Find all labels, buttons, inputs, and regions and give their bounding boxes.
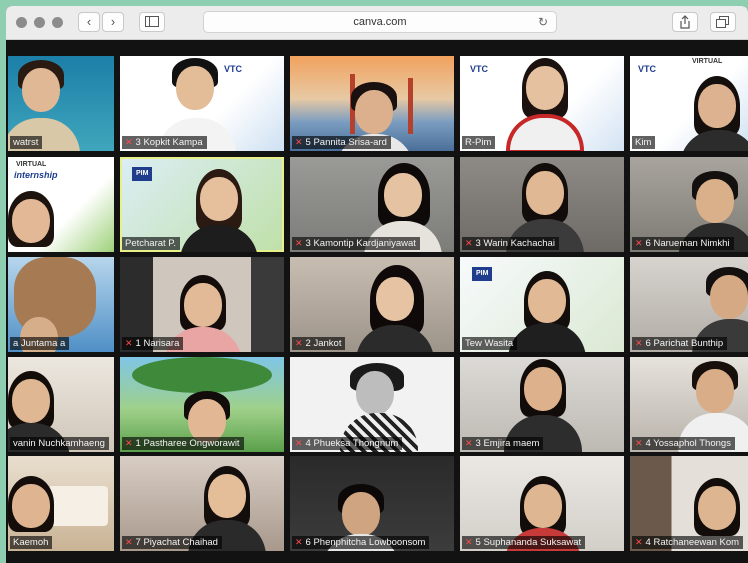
participant-name: ✕ 1 Pastharee Ongworawit [122,437,244,450]
video-tile[interactable]: PIM Tew Wasita [460,257,624,352]
sidebar-icon [145,16,159,27]
muted-mic-icon: ✕ [635,238,643,248]
participant-name: ✕ 5 Pannita Srisa-ard [292,136,391,149]
browser-toolbar: ‹ › canva.com ↻ [6,6,748,40]
reload-icon[interactable]: ↻ [538,12,548,32]
video-tile[interactable]: ✕ 2 Jankot [290,257,454,352]
participant-name: Petcharat P. [122,237,181,250]
participant-name: Kaemoh [10,536,53,549]
url-text: canva.com [353,16,407,28]
participant-name: ✕ 1 Narisara [122,337,184,350]
participant-name: ✕ 3 Warin Kachachai [462,237,559,250]
video-tile[interactable]: watrst [8,56,114,151]
video-tile[interactable]: ✕ 3 Kamontip Kardjaniyawat [290,157,454,252]
sidebar-toggle-button[interactable] [139,12,165,32]
participant-name: ✕ 6 Parichat Bunthip [632,337,728,350]
muted-mic-icon: ✕ [465,238,473,248]
participant-name: ✕ 4 Ratchaneewan Kom [632,536,744,549]
participant-name: ✕ 3 Emjira maem [462,437,544,450]
muted-mic-icon: ✕ [125,438,133,448]
muted-mic-icon: ✕ [465,537,473,547]
participant-name: R-Pim [462,136,496,149]
muted-mic-icon: ✕ [125,137,133,147]
video-tile[interactable]: VTC ✕ 3 Kopkit Kampa [120,56,284,151]
participant-name: vanin Nuchkamhaeng [10,437,109,450]
browser-window: ‹ › canva.com ↻ watrst VTC ✕ 3 Kopkit Ka… [6,6,748,563]
video-tile[interactable]: ✕ 6 Narueman Nimkhi [630,157,748,252]
participant-name: Tew Wasita [462,337,518,350]
participant-name: ✕ 6 Phenphitcha Lowboonsom [292,536,430,549]
muted-mic-icon: ✕ [125,537,133,547]
video-tile[interactable]: ✕ 5 Pannita Srisa-ard [290,56,454,151]
video-gallery: watrst VTC ✕ 3 Kopkit Kampa ✕ 5 Pannita Sr… [6,40,748,563]
muted-mic-icon: ✕ [635,438,643,448]
zoom-window-button[interactable] [52,17,63,28]
participant-name: ✕ 4 Yossaphol Thongs [632,437,735,450]
close-window-button[interactable] [16,17,27,28]
video-tile[interactable]: ✕ 4 Yossaphol Thongs [630,357,748,452]
forward-button[interactable]: › [102,12,124,32]
video-tile[interactable]: ✕ 3 Warin Kachachai [460,157,624,252]
participant-name: a Juntama a [10,337,70,350]
video-tile[interactable]: ✕ 1 Pastharee Ongworawit [120,357,284,452]
participant-name: ✕ 5 Suphananda Suksawat [462,536,586,549]
muted-mic-icon: ✕ [635,338,643,348]
video-tile[interactable]: ✕ 6 Parichat Bunthip [630,257,748,352]
muted-mic-icon: ✕ [295,438,303,448]
participant-name: Kim [632,136,656,149]
video-tile[interactable]: VIRTUAL internship [8,157,114,252]
participant-name: ✕ 7 Piyachat Chaihad [122,536,222,549]
video-tile[interactable]: vanin Nuchkamhaeng [8,357,114,452]
video-tile[interactable]: VTC R-Pim [460,56,624,151]
tabs-overview-button[interactable] [710,12,736,32]
video-tile[interactable]: ✕ 4 Phueksa Thongnum [290,357,454,452]
video-tile[interactable]: ✕ 4 Ratchaneewan Kom [630,456,748,551]
muted-mic-icon: ✕ [295,137,303,147]
share-icon [680,15,690,29]
video-tile[interactable]: ✕ 5 Suphananda Suksawat [460,456,624,551]
tabs-icon [716,16,729,28]
muted-mic-icon: ✕ [295,338,303,348]
muted-mic-icon: ✕ [635,537,643,547]
participant-name: ✕ 2 Jankot [292,337,346,350]
video-tile[interactable]: ✕ 1 Narisara [120,257,284,352]
video-tile[interactable]: ✕ 6 Phenphitcha Lowboonsom [290,456,454,551]
participant-name: ✕ 3 Kopkit Kampa [122,136,207,149]
address-bar[interactable]: canva.com ↻ [203,11,557,33]
minimize-window-button[interactable] [34,17,45,28]
back-button[interactable]: ‹ [78,12,100,32]
participant-name: ✕ 6 Narueman Nimkhi [632,237,734,250]
video-tile[interactable]: ✕ 7 Piyachat Chaihad [120,456,284,551]
video-tile[interactable]: VTC VIRTUAL Kim [630,56,748,151]
video-tile[interactable]: ✕ 3 Emjira maem [460,357,624,452]
video-tile[interactable]: a Juntama a [8,257,114,352]
muted-mic-icon: ✕ [125,338,133,348]
video-tile-active-speaker[interactable]: PIM Petcharat P. [120,157,284,252]
video-tile[interactable]: Kaemoh [8,456,114,551]
share-button[interactable] [672,12,698,32]
muted-mic-icon: ✕ [465,438,473,448]
participant-name: ✕ 4 Phueksa Thongnum [292,437,403,450]
muted-mic-icon: ✕ [295,238,303,248]
participant-name: watrst [10,136,43,149]
muted-mic-icon: ✕ [295,537,303,547]
participant-name: ✕ 3 Kamontip Kardjaniyawat [292,237,420,250]
